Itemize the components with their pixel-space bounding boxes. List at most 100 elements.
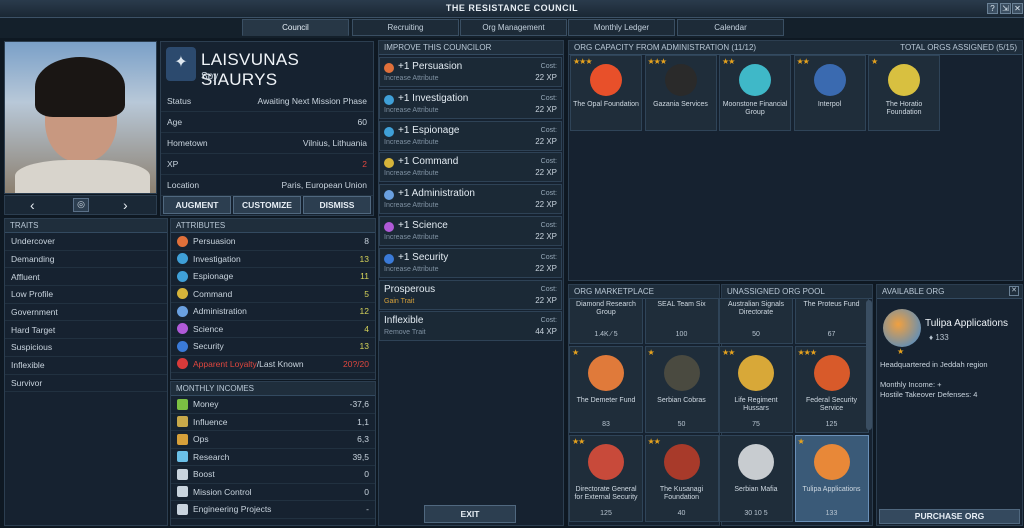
- org-logo-icon: [888, 64, 920, 96]
- help-button[interactable]: ?: [987, 3, 998, 14]
- attribute-icon: [384, 158, 394, 169]
- income-icon: [177, 468, 188, 480]
- marketplace-org-value: 1.4K ⁄ 5: [594, 331, 618, 338]
- marketplace-org-card[interactable]: ★★ The Kusanagi Foundation 40: [644, 435, 719, 522]
- improve-desc: Increase Attribute: [384, 170, 439, 178]
- pool-org-logo-icon: [813, 444, 850, 480]
- spy-emblem-icon: ✦: [166, 47, 196, 81]
- agent-info-panel: ✦ LAISVUNAS SIAURYS Spy Status Awaiting N…: [160, 41, 374, 216]
- restore-button[interactable]: ⇲: [1000, 3, 1011, 14]
- cost-value: 22 XP: [535, 232, 557, 241]
- improve-desc: Increase Attribute: [384, 202, 439, 210]
- tab-council[interactable]: Council: [242, 19, 349, 36]
- pool-org-name: The Proteus Fund: [803, 301, 860, 308]
- pool-org-card[interactable]: Serbian Mafia 30 10 5: [719, 435, 793, 522]
- pool-scrollbar[interactable]: [866, 300, 872, 430]
- trait-item[interactable]: Demanding: [5, 251, 167, 269]
- customize-button[interactable]: CUSTOMIZE: [233, 196, 301, 214]
- improve-name: Prosperous: [384, 283, 436, 295]
- trait-item[interactable]: Affluent: [5, 268, 167, 287]
- pool-org-card[interactable]: ★★★ Federal Security Service 125: [794, 346, 869, 433]
- trait-label: Demanding: [11, 254, 55, 265]
- tab-recruiting[interactable]: Recruiting: [352, 19, 459, 36]
- portrait-shirt: [15, 160, 150, 193]
- pool-org-value: 30 10 5: [744, 510, 768, 517]
- prev-agent-icon[interactable]: ‹: [30, 197, 35, 213]
- org-card[interactable]: ★★★ Gazania Services: [644, 55, 717, 131]
- purchase-org-button[interactable]: PURCHASE ORG: [879, 509, 1020, 524]
- trait-item[interactable]: Government: [5, 304, 167, 322]
- marketplace-org-value: 40: [677, 510, 686, 517]
- marketplace-org-card[interactable]: Diamond Research Group 1.4K ⁄ 5: [569, 298, 643, 344]
- pool-org-card[interactable]: ★★ Life Regiment Hussars 75: [719, 346, 793, 433]
- trait-label: Suspicious: [11, 342, 53, 353]
- income-icon: [177, 503, 188, 515]
- attribute-icon: [384, 253, 394, 264]
- attribute-value: 5: [364, 288, 369, 299]
- tab-org-management[interactable]: Org Management: [460, 19, 567, 36]
- org-card[interactable]: ★ The Horatio Foundation: [868, 55, 940, 131]
- income-row: Mission Control 0: [171, 484, 375, 501]
- improve-option[interactable]: +1 Security Increase Attribute Cost: 22 XP: [379, 247, 562, 278]
- tab-monthly-ledger[interactable]: Monthly Ledger: [568, 19, 675, 36]
- locate-icon[interactable]: ◎: [73, 198, 89, 212]
- trait-item[interactable]: Suspicious: [5, 339, 167, 357]
- org-card[interactable]: ★★★ The Opal Foundation: [570, 55, 642, 131]
- trait-item[interactable]: Inflexible: [5, 357, 167, 375]
- pool-org-card[interactable]: ★ Tulipa Applications 133: [794, 435, 869, 522]
- augment-button[interactable]: AUGMENT: [163, 196, 231, 214]
- improve-option[interactable]: Prosperous Gain Trait Cost: 22 XP: [379, 279, 562, 310]
- improve-option[interactable]: +1 Persuasion Increase Attribute Cost: 22 X…: [379, 57, 562, 87]
- attribute-label: Security: [193, 341, 224, 352]
- trait-item[interactable]: Low Profile: [5, 286, 167, 304]
- org-stars: ★★★: [573, 57, 592, 66]
- org-name: The Horatio Foundation: [885, 101, 923, 116]
- marketplace-org-card[interactable]: ★ Serbian Cobras 50: [644, 346, 719, 433]
- improve-option[interactable]: +1 Administration Increase Attribute Cost:…: [379, 184, 562, 215]
- pool-org-value: 50: [752, 331, 760, 338]
- attribute-label: Espionage: [193, 271, 234, 282]
- trait-item[interactable]: Survivor: [5, 375, 167, 393]
- cost-value: 22 XP: [535, 136, 557, 146]
- attribute-icon: [384, 63, 394, 73]
- available-star-icon: ★: [897, 347, 905, 356]
- total-orgs-label: TOTAL ORGS ASSIGNED (5/15): [900, 43, 1017, 52]
- org-logo-icon: [590, 64, 622, 96]
- income-icon: [177, 451, 188, 463]
- traits-header: TRAITS: [5, 219, 167, 233]
- marketplace-org-card[interactable]: ★ The Demeter Fund 83: [569, 346, 643, 433]
- org-card[interactable]: ★★ Interpol: [793, 55, 866, 131]
- exit-button[interactable]: EXIT: [424, 505, 516, 523]
- income-icon: [177, 398, 188, 410]
- trait-item[interactable]: Hard Target: [5, 321, 167, 340]
- income-label: Ops: [193, 434, 209, 445]
- improve-option[interactable]: Inflexible Remove Trait Cost: 44 XP: [379, 311, 562, 342]
- available-income: Monthly Income: +: [880, 380, 942, 389]
- marketplace-org-card[interactable]: ★★ Directorate General for External Secur…: [569, 435, 643, 522]
- field-age: Age 60: [161, 112, 373, 133]
- improve-desc: Increase Attribute: [384, 234, 439, 241]
- income-icon: [177, 433, 188, 445]
- next-agent-icon[interactable]: ›: [123, 197, 128, 213]
- org-card[interactable]: ★★ Moonstone Financial Group: [719, 55, 791, 131]
- improve-option[interactable]: +1 Investigation Increase Attribute Cost: 2…: [379, 88, 562, 119]
- close-button[interactable]: ✕: [1012, 3, 1023, 14]
- dismiss-button[interactable]: DISMISS: [303, 196, 371, 214]
- improve-option[interactable]: +1 Command Increase Attribute Cost: 22 XP: [379, 152, 562, 183]
- pool-org-card[interactable]: The Proteus Fund 67: [794, 298, 869, 344]
- pool-org-name: Australian Signals Directorate: [727, 301, 785, 316]
- attribute-icon: [177, 288, 188, 300]
- pool-org-card[interactable]: Australian Signals Directorate 50: [719, 298, 793, 344]
- pool-org-name: Federal Security Service: [806, 397, 857, 412]
- close-available-icon[interactable]: ✕: [1009, 286, 1019, 296]
- attribute-icon: [177, 253, 188, 265]
- tab-calendar[interactable]: Calendar: [677, 19, 784, 36]
- trait-item[interactable]: Undercover: [5, 233, 167, 251]
- marketplace-org-card[interactable]: SEAL Team Six 100: [644, 298, 719, 344]
- org-name: Moonstone Financial Group: [722, 101, 788, 116]
- improve-option[interactable]: +1 Science Increase Attribute Cost: 22 XP: [379, 216, 562, 246]
- cost-label: Cost:: [540, 317, 557, 325]
- org-stars: ★★★: [647, 57, 667, 66]
- attribute-icon: [384, 126, 394, 137]
- improve-option[interactable]: +1 Espionage Increase Attribute Cost: 22 XP: [379, 120, 562, 151]
